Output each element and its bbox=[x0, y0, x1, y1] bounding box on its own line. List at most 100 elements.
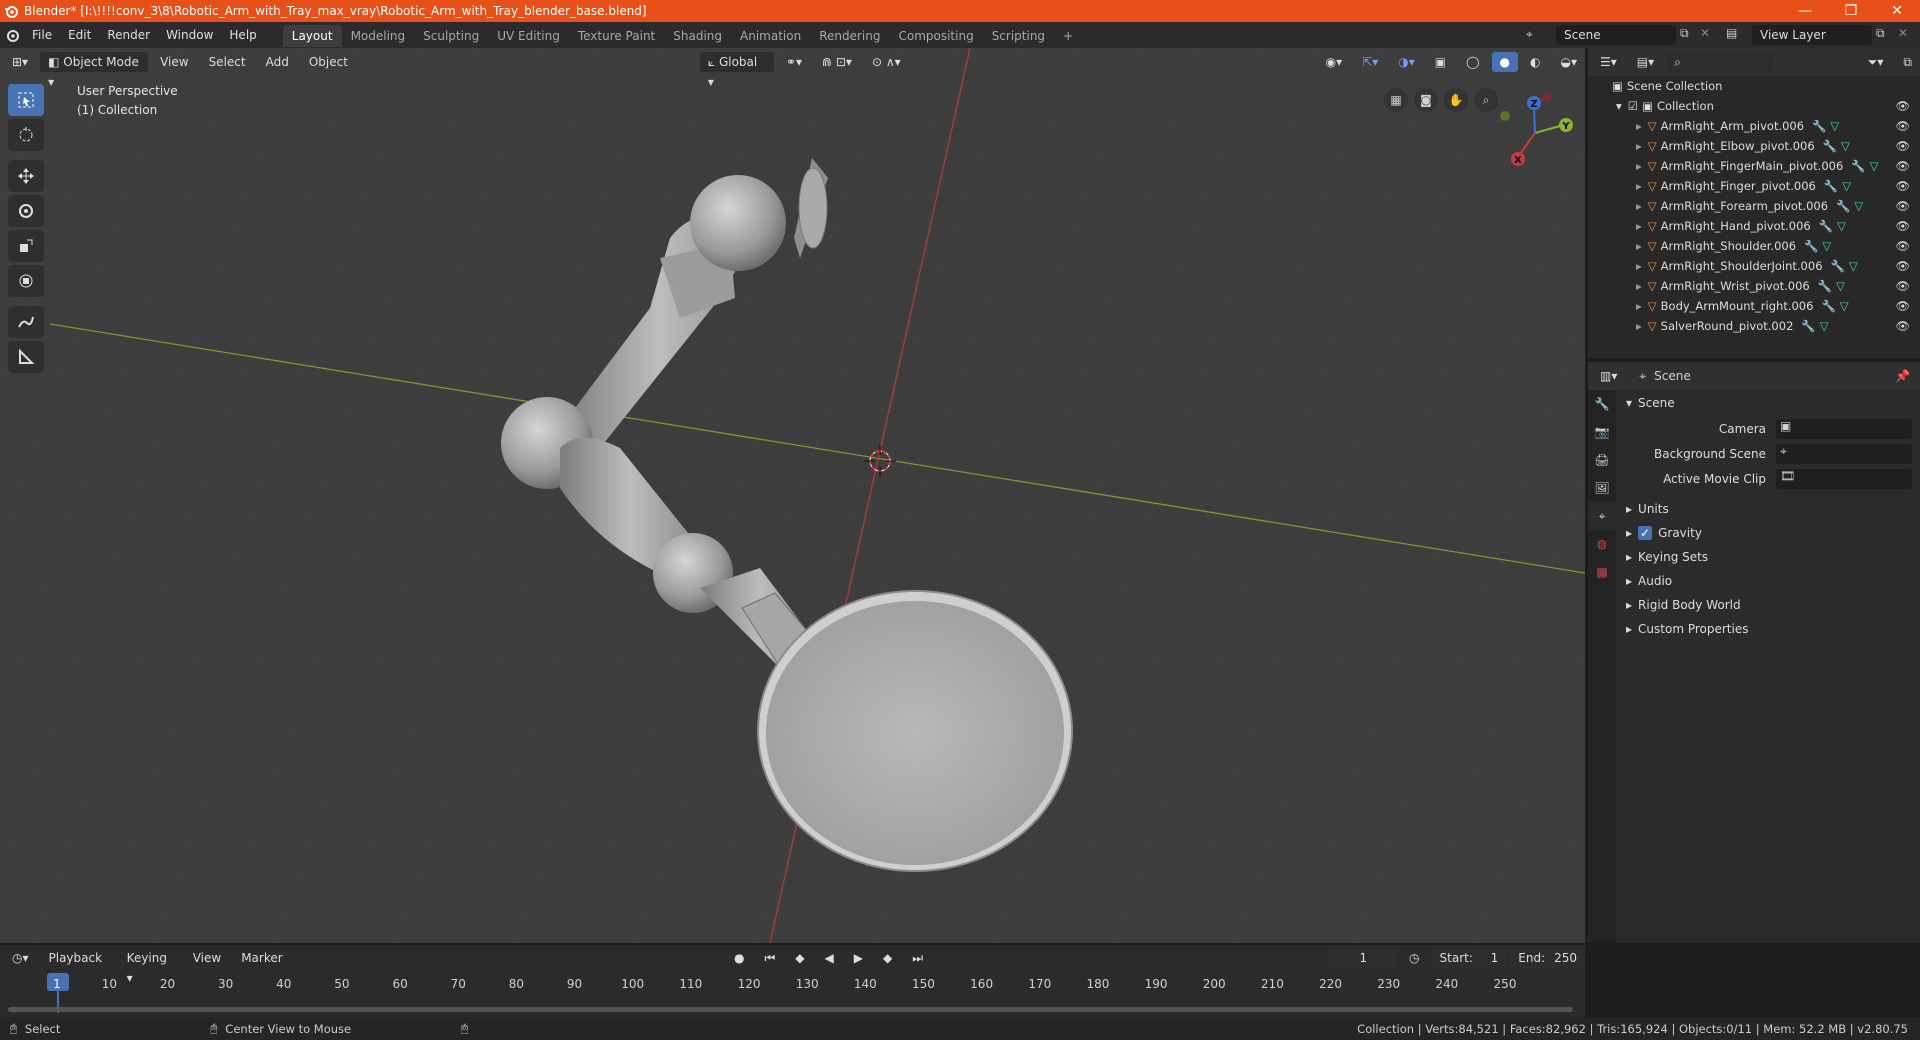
timeline-editor[interactable]: ◷▾ Playback ▾ Keying ▾ View Marker ● ⏮ ◆… bbox=[0, 945, 1585, 1017]
modifier-icon[interactable]: 🔧 bbox=[1836, 199, 1850, 213]
background-scene-field[interactable]: ⌖ bbox=[1776, 444, 1912, 464]
visibility-eye-icon[interactable]: 👁 bbox=[1895, 199, 1910, 213]
expand-arrow-icon[interactable]: ▸ bbox=[1636, 119, 1642, 133]
modifier-icon[interactable]: 🔧 bbox=[1812, 119, 1826, 133]
maximize-button[interactable]: ❐ bbox=[1828, 3, 1874, 19]
transform-tool-icon[interactable] bbox=[8, 265, 44, 297]
transform-orientation-dropdown[interactable]: ⟀ Global ▾ bbox=[699, 52, 774, 89]
menu-help[interactable]: Help bbox=[221, 22, 264, 48]
outliner-item[interactable]: ▸ ▽ Body_ArmMount_right.006 🔧 ▽ 👁 bbox=[1588, 296, 1920, 316]
filter-icon[interactable]: ⏷▾ bbox=[1860, 52, 1892, 72]
visibility-eye-icon[interactable]: 👁 bbox=[1895, 259, 1910, 273]
modifier-icon[interactable]: 🔧 bbox=[1831, 259, 1845, 273]
visibility-eye-icon[interactable]: 👁 bbox=[1895, 99, 1910, 113]
tab-compositing[interactable]: Compositing bbox=[889, 25, 982, 47]
collection-checkbox[interactable]: ☑ bbox=[1628, 99, 1638, 113]
modifier-icon[interactable]: 🔧 bbox=[1801, 319, 1815, 333]
modifier-icon[interactable]: 🔧 bbox=[1818, 279, 1832, 293]
mesh-data-icon[interactable]: ▽ bbox=[1836, 279, 1845, 293]
visibility-eye-icon[interactable]: 👁 bbox=[1895, 319, 1910, 333]
outliner-item[interactable]: ▸ ▽ ArmRight_Finger_pivot.006 🔧 ▽ 👁 bbox=[1588, 176, 1920, 196]
tab-layout[interactable]: Layout bbox=[282, 25, 342, 47]
outliner-item[interactable]: ▸ ▽ ArmRight_ShoulderJoint.006 🔧 ▽ 👁 bbox=[1588, 256, 1920, 276]
pin-icon[interactable]: 📌 bbox=[1895, 369, 1910, 383]
gravity-checkbox[interactable]: ✓ bbox=[1638, 526, 1653, 540]
tab-modeling[interactable]: Modeling bbox=[342, 25, 415, 47]
display-mode-icon[interactable]: ▤▾ bbox=[1629, 52, 1662, 72]
expand-arrow-icon[interactable]: ▸ bbox=[1636, 159, 1642, 173]
pivot-point-icon[interactable]: ⚭▾ bbox=[778, 52, 810, 72]
expand-arrow-icon[interactable]: ▸ bbox=[1636, 199, 1642, 213]
render-tab-icon[interactable]: 📷 bbox=[1588, 418, 1616, 446]
visibility-eye-icon[interactable]: 👁 bbox=[1895, 159, 1910, 173]
visibility-eye-icon[interactable]: 👁 bbox=[1895, 179, 1910, 193]
view-layer-tab-icon[interactable]: 🖼 bbox=[1588, 474, 1616, 502]
delete-view-layer-icon[interactable]: ✕ bbox=[1898, 26, 1908, 40]
scene-tab-icon[interactable]: ⌖ bbox=[1588, 502, 1616, 530]
expand-arrow-icon[interactable]: ▸ bbox=[1636, 319, 1642, 333]
outliner-editor-type-icon[interactable]: ☰▾ bbox=[1592, 52, 1625, 72]
rendered-shading-icon[interactable]: ◒▾ bbox=[1553, 52, 1586, 72]
toggle-camera-grid-icon[interactable]: ▦ bbox=[1384, 88, 1408, 112]
expand-arrow-icon[interactable]: ▸ bbox=[1636, 179, 1642, 193]
expand-arrow-icon[interactable]: ▸ bbox=[1636, 239, 1642, 253]
menu-file[interactable]: File bbox=[24, 22, 60, 48]
visibility-eye-icon[interactable]: 👁 bbox=[1895, 279, 1910, 293]
menu-edit[interactable]: Edit bbox=[60, 22, 99, 48]
delete-scene-icon[interactable]: ✕ bbox=[1700, 26, 1710, 40]
wireframe-shading-icon[interactable]: ◯ bbox=[1458, 52, 1487, 72]
camera-view-icon[interactable]: ◙ bbox=[1414, 88, 1438, 112]
output-tab-icon[interactable]: 🖨 bbox=[1588, 446, 1616, 474]
gravity-panel[interactable]: ▸ ✓ Gravity bbox=[1616, 522, 1920, 544]
outliner-item[interactable]: ▸ ▽ ArmRight_Hand_pivot.006 🔧 ▽ 👁 bbox=[1588, 216, 1920, 236]
expand-arrow-icon[interactable]: ▸ bbox=[1636, 139, 1642, 153]
solid-shading-icon[interactable]: ● bbox=[1491, 52, 1519, 72]
scale-tool-icon[interactable] bbox=[8, 230, 44, 262]
modifier-icon[interactable]: 🔧 bbox=[1824, 179, 1838, 193]
object-mode-dropdown[interactable]: ◧ Object Mode ▾ bbox=[40, 52, 149, 89]
minimize-button[interactable]: — bbox=[1782, 3, 1828, 19]
keying-sets-panel[interactable]: ▸ Keying Sets bbox=[1616, 546, 1920, 568]
expand-arrow-icon[interactable]: ▸ bbox=[1636, 219, 1642, 233]
rigid-body-world-panel[interactable]: ▸ Rigid Body World bbox=[1616, 594, 1920, 616]
menu-select[interactable]: Select bbox=[201, 52, 254, 72]
visibility-eye-icon[interactable]: 👁 bbox=[1895, 219, 1910, 233]
menu-render[interactable]: Render bbox=[99, 22, 158, 48]
collection-row[interactable]: ▾ ☑ ▣ Collection 👁 bbox=[1588, 96, 1920, 116]
tab-shading[interactable]: Shading bbox=[664, 25, 731, 47]
outliner-item[interactable]: ▸ ▽ ArmRight_Elbow_pivot.006 🔧 ▽ 👁 bbox=[1588, 136, 1920, 156]
visibility-icon[interactable]: ◉▾ bbox=[1318, 52, 1351, 72]
active-movie-clip-field[interactable]: 🎞 bbox=[1776, 469, 1912, 489]
visibility-eye-icon[interactable]: 👁 bbox=[1895, 239, 1910, 253]
pan-view-icon[interactable]: ✋ bbox=[1444, 88, 1468, 112]
custom-properties-panel[interactable]: ▸ Custom Properties bbox=[1616, 618, 1920, 640]
new-scene-icon[interactable]: ⧉ bbox=[1680, 26, 1689, 41]
mesh-data-icon[interactable]: ▽ bbox=[1870, 159, 1879, 173]
mesh-data-icon[interactable]: ▽ bbox=[1822, 239, 1831, 253]
add-workspace-icon[interactable]: + bbox=[1054, 25, 1082, 47]
outliner-item[interactable]: ▸ ▽ ArmRight_Wrist_pivot.006 🔧 ▽ 👁 bbox=[1588, 276, 1920, 296]
mesh-data-icon[interactable]: ▽ bbox=[1820, 319, 1829, 333]
outliner-item[interactable]: ▸ ▽ ArmRight_FingerMain_pivot.006 🔧 ▽ 👁 bbox=[1588, 156, 1920, 176]
modifier-icon[interactable]: 🔧 bbox=[1821, 299, 1835, 313]
tab-texture-paint[interactable]: Texture Paint bbox=[569, 25, 664, 47]
texture-tab-icon[interactable]: ▩ bbox=[1588, 558, 1616, 586]
gizmo-toggle-icon[interactable]: ⇱▾ bbox=[1354, 52, 1386, 72]
proportional-edit-icon[interactable]: ⊙ ∧▾ bbox=[864, 52, 909, 72]
visibility-eye-icon[interactable]: 👁 bbox=[1895, 119, 1910, 133]
close-button[interactable]: ✕ bbox=[1874, 3, 1920, 19]
audio-panel[interactable]: ▸ Audio bbox=[1616, 570, 1920, 592]
tab-rendering[interactable]: Rendering bbox=[810, 25, 889, 47]
modifier-icon[interactable]: 🔧 bbox=[1823, 139, 1837, 153]
xray-icon[interactable]: ▣ bbox=[1427, 52, 1454, 72]
visibility-eye-icon[interactable]: 👁 bbox=[1895, 299, 1910, 313]
units-panel[interactable]: ▸ Units bbox=[1616, 498, 1920, 520]
outliner-item[interactable]: ▸ ▽ ArmRight_Arm_pivot.006 🔧 ▽ 👁 bbox=[1588, 116, 1920, 136]
modifier-icon[interactable]: 🔧 bbox=[1804, 239, 1818, 253]
tab-scripting[interactable]: Scripting bbox=[983, 25, 1054, 47]
modifier-icon[interactable]: 🔧 bbox=[1819, 219, 1833, 233]
cursor-tool-icon[interactable] bbox=[8, 119, 44, 151]
visibility-eye-icon[interactable]: 👁 bbox=[1895, 139, 1910, 153]
view-layer-field[interactable]: View Layer bbox=[1752, 25, 1872, 45]
navigation-gizmo[interactable]: Y Z X bbox=[1490, 88, 1580, 178]
